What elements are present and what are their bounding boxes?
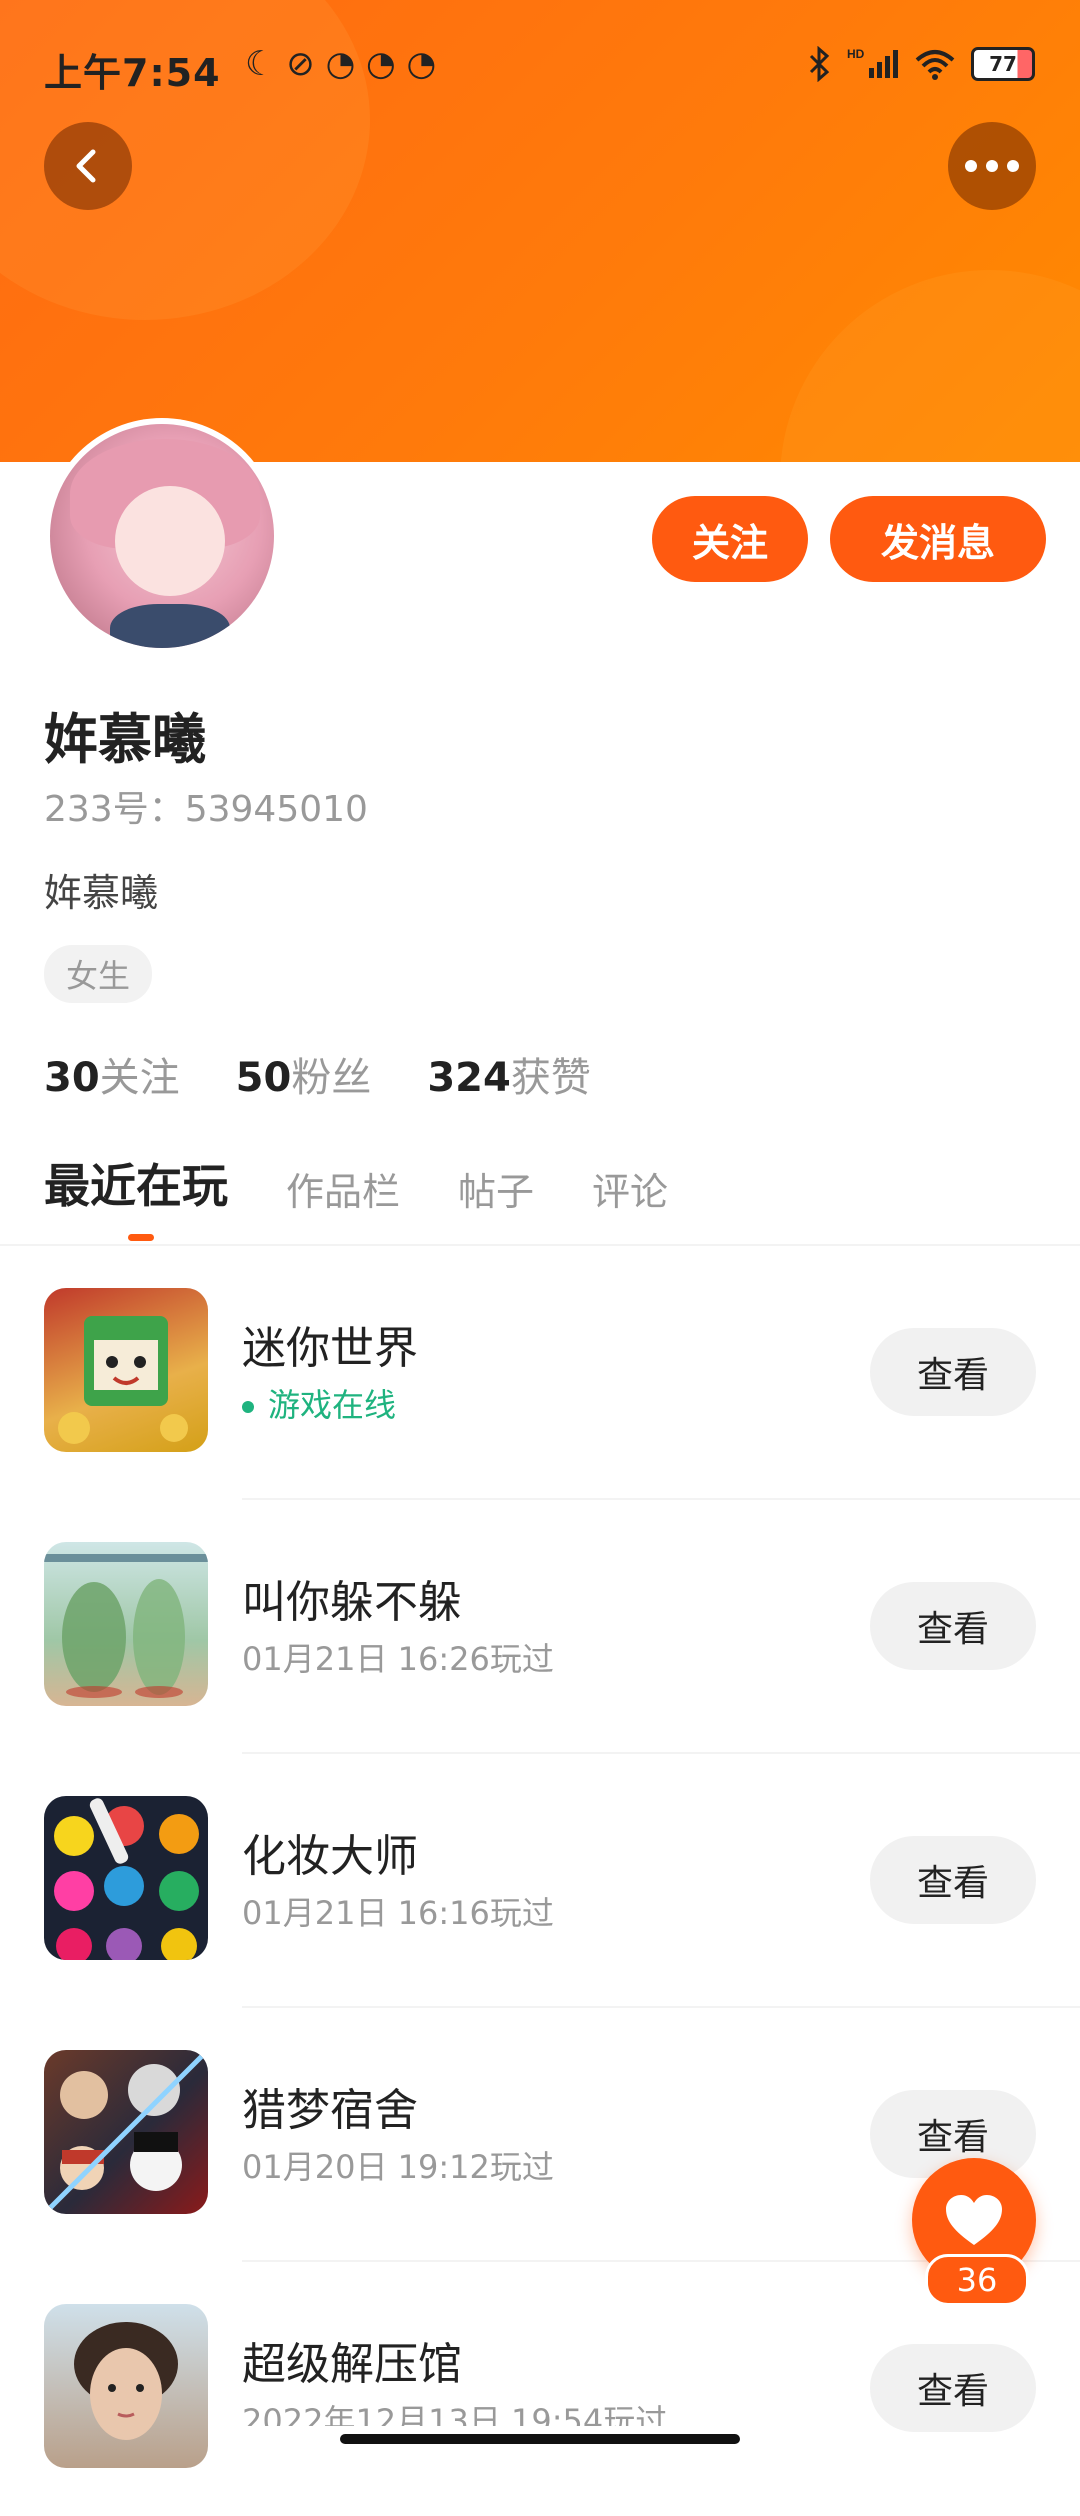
status-system-icons: HD 77 (807, 46, 1035, 82)
stat-followers[interactable]: 50粉丝 (236, 1045, 372, 1103)
chevron-left-icon (76, 149, 96, 183)
battery-icon: 77 (971, 47, 1035, 81)
profile-tabs: 最近在玩 作品栏 帖子 评论 (44, 1150, 668, 1216)
makeup-palette-icon (44, 1796, 208, 1960)
tab-posts[interactable]: 帖子 (458, 1161, 534, 1216)
online-dot-icon (242, 1401, 254, 1413)
last-played-time: 01月21日 16:26玩过 (242, 1640, 554, 1678)
game-status-text: 游戏在线 (268, 1386, 397, 1424)
avatar-image (50, 424, 274, 648)
tab-works[interactable]: 作品栏 (286, 1161, 400, 1216)
decompress-hall-icon (44, 2304, 208, 2468)
hide-game-icon (44, 1542, 208, 1706)
last-played-time: 01月21日 16:16玩过 (242, 1894, 554, 1932)
active-tab-indicator (128, 1234, 154, 1241)
user-id: 233号：53945010 (44, 789, 368, 830)
user-bio: 姩慕曦 (44, 871, 159, 915)
last-played-time: 01月20日 19:12玩过 (242, 2148, 554, 2186)
list-item[interactable]: 叫你躲不躲 01月21日 16:26玩过 查看 (0, 1500, 1080, 1754)
username: 姩慕曦 (44, 708, 206, 771)
game-name: 化妆大师 (242, 1831, 418, 1882)
view-button[interactable]: 查看 (870, 2344, 1036, 2432)
last-played-time: 2022年12月13日 19:54玩过 (242, 2402, 668, 2426)
more-options-button[interactable] (948, 122, 1036, 210)
game-name: 猎梦宿舍 (242, 2085, 418, 2136)
bluetooth-icon (809, 46, 830, 82)
stat-number: 30 (44, 1055, 100, 1101)
back-button[interactable] (44, 122, 132, 210)
stat-number: 50 (235, 1055, 292, 1101)
send-message-button[interactable]: 发消息 (830, 496, 1046, 582)
tab-comments[interactable]: 评论 (592, 1161, 668, 1216)
like-count-badge: 36 (925, 2254, 1029, 2306)
stat-likes[interactable]: 324获赞 (427, 1045, 591, 1103)
status-bar: 上午7:54 ☾ ⊘ ◔ ◔ ◔ HD 77 (0, 0, 1080, 130)
signal-icon: HD (847, 47, 898, 78)
game-online-status: 游戏在线 (242, 1380, 396, 1426)
gender-tag: 女生 (44, 945, 153, 1003)
game-name: 超级解压馆 (242, 2339, 462, 2390)
game-name: 叫你躲不躲 (242, 1577, 462, 1628)
profile-header-banner: 上午7:54 ☾ ⊘ ◔ ◔ ◔ HD 77 (0, 0, 1080, 462)
mini-world-icon (44, 1288, 208, 1452)
status-notification-icons: ☾ ⊘ ◔ ◔ ◔ (245, 44, 437, 84)
dream-dorm-icon (44, 2050, 208, 2214)
list-item[interactable]: 迷你世界 游戏在线 查看 (0, 1246, 1080, 1500)
stat-label: 获赞 (510, 1055, 591, 1101)
avatar[interactable] (44, 418, 280, 654)
stat-label: 关注 (99, 1055, 180, 1101)
list-item[interactable]: 化妆大师 01月21日 16:16玩过 查看 (0, 1754, 1080, 2008)
tab-recent-playing[interactable]: 最近在玩 (44, 1150, 228, 1216)
svg-text:HD: HD (847, 47, 865, 61)
stat-following[interactable]: 30关注 (44, 1045, 180, 1103)
status-time: 上午7:54 (44, 51, 221, 95)
view-button[interactable]: 查看 (870, 1836, 1036, 1924)
view-button[interactable]: 查看 (870, 1328, 1036, 1416)
banner-decoration (780, 270, 1080, 462)
list-item[interactable]: 超级解压馆 2022年12月13日 19:54玩过 查看 (0, 2262, 1080, 2516)
stat-label: 粉丝 (291, 1055, 372, 1101)
stat-number: 324 (427, 1055, 511, 1101)
view-button[interactable]: 查看 (870, 1582, 1036, 1670)
recent-games-list: 迷你世界 游戏在线 查看 叫你躲不躲 01月21日 16:26玩过 查看 化妆大… (0, 1246, 1080, 2516)
game-name: 迷你世界 (242, 1323, 418, 1374)
home-indicator[interactable] (340, 2434, 740, 2444)
heart-icon (946, 2195, 1002, 2245)
follow-button[interactable]: 关注 (652, 496, 808, 582)
profile-stats: 30关注 50粉丝 324获赞 (44, 1045, 591, 1103)
more-dots-icon (965, 160, 1019, 172)
wifi-icon (915, 50, 955, 80)
